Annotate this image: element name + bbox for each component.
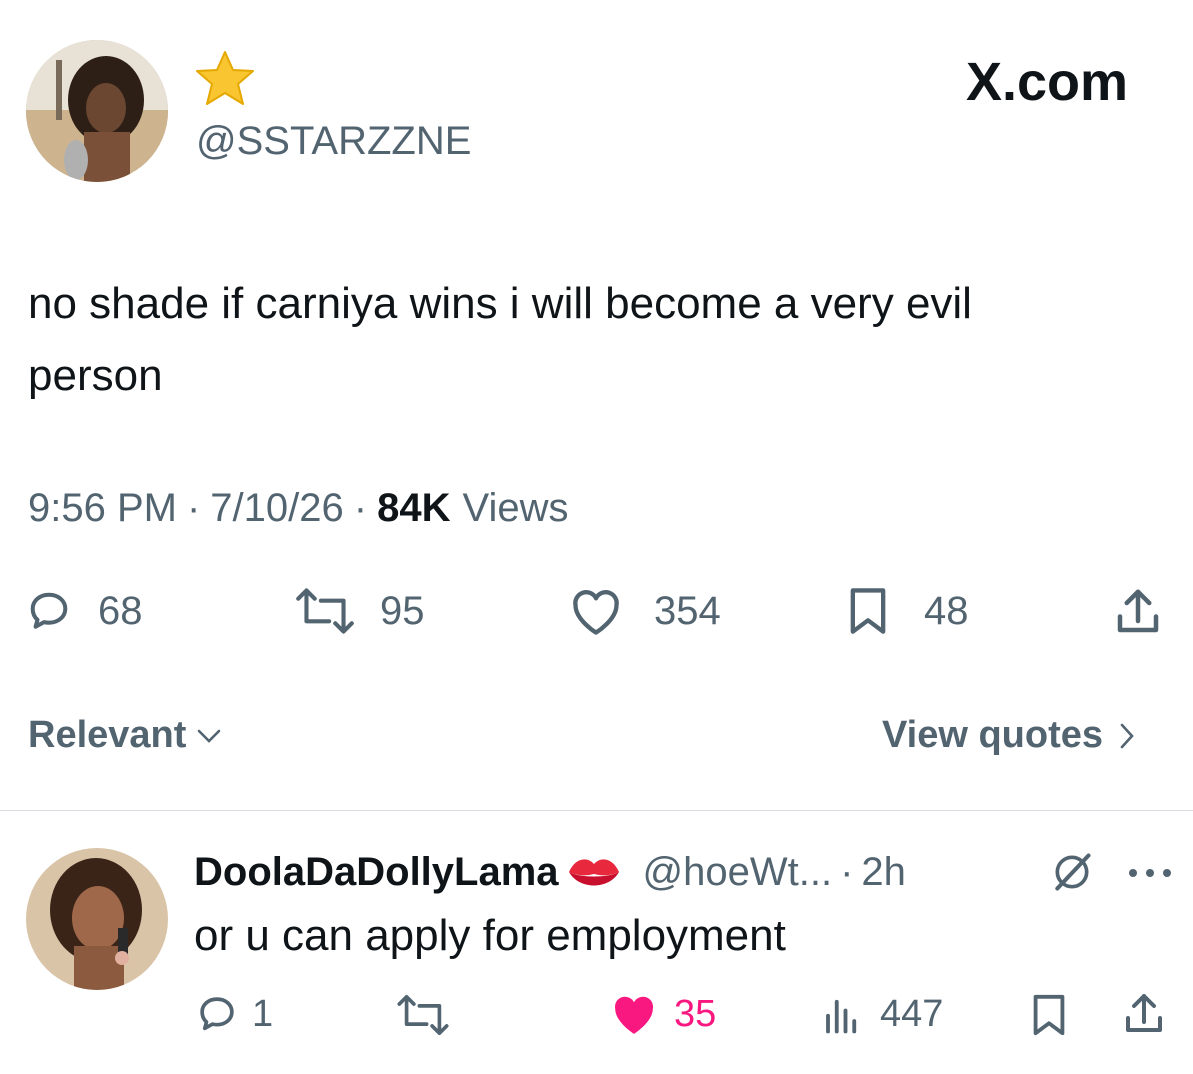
tweet-date[interactable]: 7/10/26 xyxy=(210,483,343,533)
sort-label: Relevant xyxy=(28,714,187,756)
chevron-right-icon xyxy=(1117,721,1137,751)
reply-views-action[interactable]: 447 xyxy=(820,990,943,1038)
reply-like-count: 35 xyxy=(674,992,717,1035)
like-action[interactable]: 354 xyxy=(568,585,721,637)
chevron-down-icon xyxy=(196,726,222,746)
tweet-text-line2: person xyxy=(28,351,163,400)
view-quotes-label: View quotes xyxy=(882,714,1104,756)
tweet-metadata: 9:56 PM · 7/10/26 · 84K Views xyxy=(28,483,568,533)
repost-icon xyxy=(290,588,360,634)
more-options-icon[interactable] xyxy=(1126,866,1174,884)
reply-repost-action[interactable] xyxy=(392,994,454,1036)
separator-dot: · xyxy=(186,486,201,530)
tweet-text: no shade if carniya wins i will become a… xyxy=(28,268,1188,412)
separator-dot: · xyxy=(353,486,368,530)
reply-icon xyxy=(196,993,238,1035)
grok-icon[interactable] xyxy=(1050,850,1094,899)
reply-author-avatar[interactable] xyxy=(26,848,168,990)
reply-share-action[interactable] xyxy=(1120,990,1168,1038)
reply-count: 68 xyxy=(98,588,143,633)
reply-header: DoolaDaDollyLama @hoeWt... · 2h xyxy=(194,846,906,898)
reply-text: or u can apply for employment xyxy=(194,911,786,960)
reply-bookmark-action[interactable] xyxy=(1026,992,1072,1038)
reply-like-action[interactable]: 35 xyxy=(608,990,716,1038)
sort-relevant-dropdown[interactable]: Relevant xyxy=(28,714,222,757)
heart-icon xyxy=(568,586,624,636)
reply-display-name[interactable]: DoolaDaDollyLama xyxy=(194,850,559,895)
repost-count: 95 xyxy=(380,588,425,633)
reply-reply-action[interactable]: 1 xyxy=(196,990,273,1038)
star-emoji xyxy=(194,50,256,106)
separator-dot: · xyxy=(840,849,854,894)
section-divider xyxy=(0,810,1193,811)
repost-icon xyxy=(392,994,454,1036)
analytics-icon xyxy=(820,993,864,1035)
author-handle[interactable]: @SSTARZZNE xyxy=(196,118,471,164)
share-action[interactable] xyxy=(1110,585,1166,639)
like-count: 354 xyxy=(654,588,721,633)
bookmark-action[interactable]: 48 xyxy=(842,585,969,637)
reply-reply-count: 1 xyxy=(252,992,274,1035)
views-label: Views xyxy=(462,486,569,530)
reply-action[interactable]: 68 xyxy=(26,585,143,637)
share-icon xyxy=(1110,585,1166,639)
share-icon xyxy=(1120,990,1168,1038)
heart-filled-icon xyxy=(608,991,660,1037)
tweet-time[interactable]: 9:56 PM xyxy=(28,483,177,533)
reply-handle[interactable]: @hoeWt... xyxy=(643,850,833,895)
views-count: 84K xyxy=(377,486,451,530)
tweet-text-line1: no shade if carniya wins i will become a… xyxy=(28,279,972,328)
reply-age: 2h xyxy=(861,849,906,894)
reply-views-count: 447 xyxy=(880,992,944,1035)
bookmark-icon xyxy=(1026,992,1072,1038)
brand-label: X.com xyxy=(966,52,1128,112)
reply-icon xyxy=(26,588,72,634)
view-quotes-link[interactable]: View quotes xyxy=(882,714,1137,757)
bookmark-count: 48 xyxy=(924,588,969,633)
brand-text: X.com xyxy=(966,52,1129,112)
repost-action[interactable]: 95 xyxy=(290,585,425,637)
bookmark-icon xyxy=(842,585,894,637)
author-avatar[interactable] xyxy=(26,40,168,182)
kiss-mark-emoji xyxy=(565,850,623,894)
